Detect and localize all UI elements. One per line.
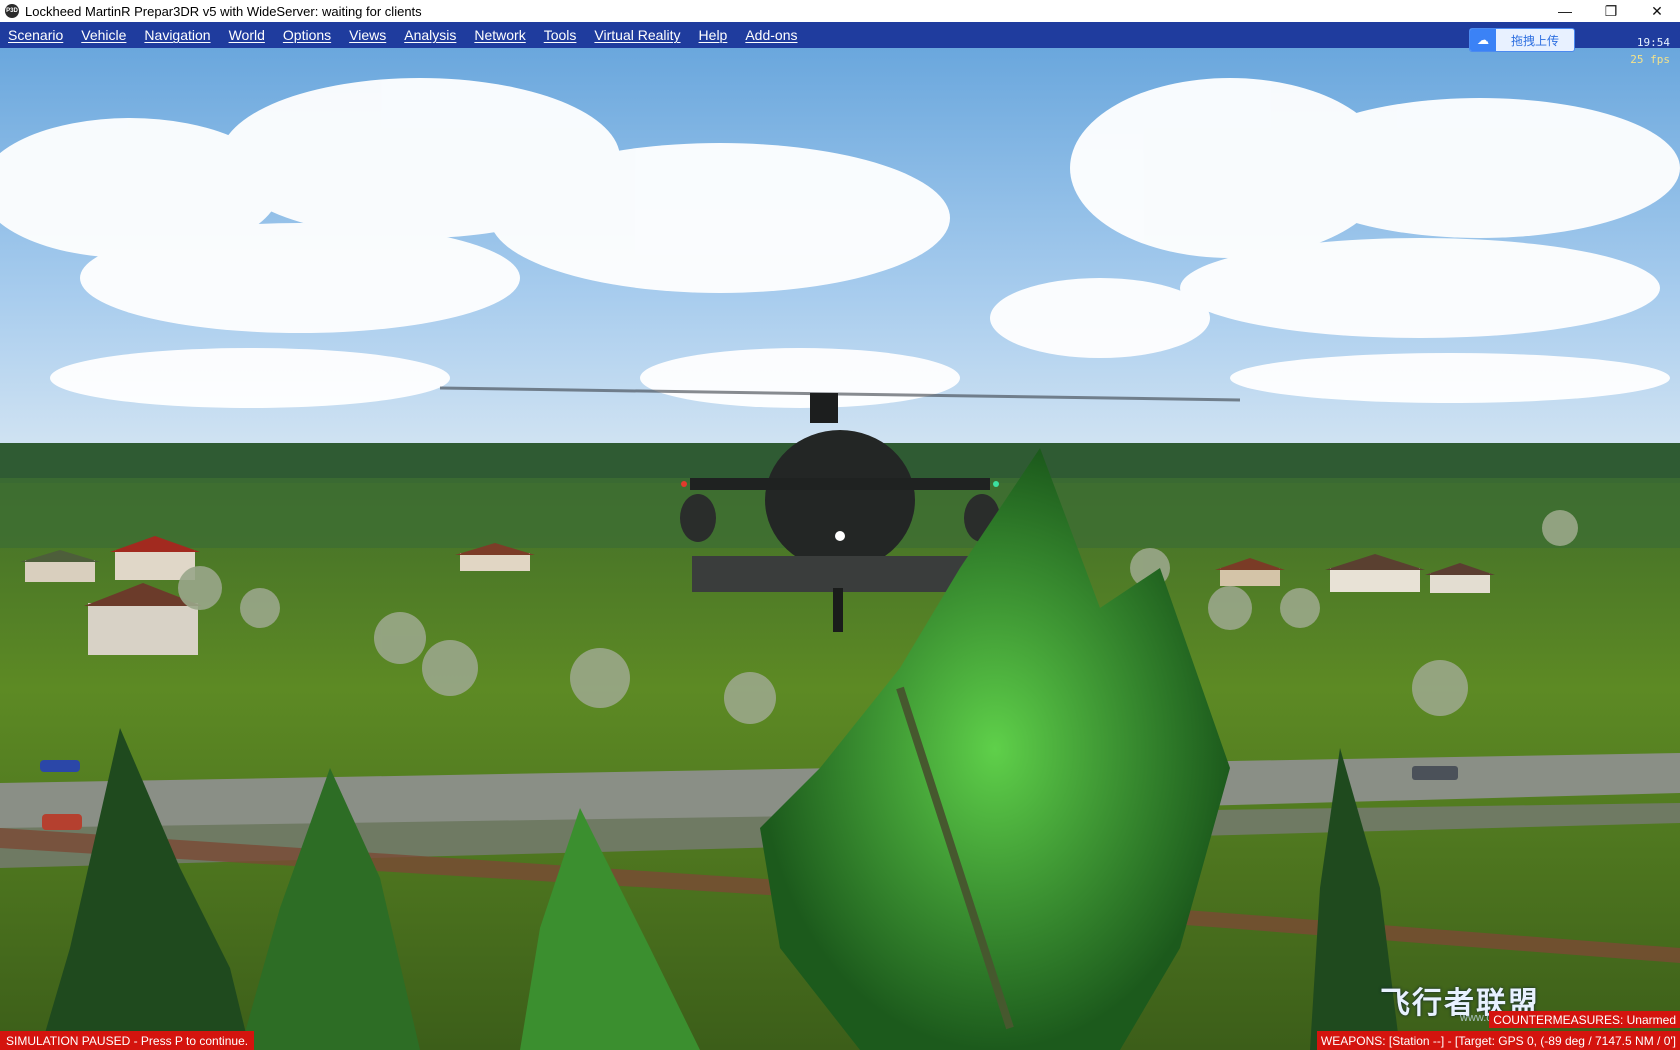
menu-tools[interactable]: Tools [536, 22, 587, 48]
menu-virtual-reality[interactable]: Virtual Reality [586, 22, 690, 48]
countermeasures-status: COUNTERMEASURES: Unarmed [1489, 1011, 1680, 1028]
window-controls: — ❐ ✕ [1542, 0, 1680, 22]
menu-world[interactable]: World [221, 22, 275, 48]
menu-vehicle[interactable]: Vehicle [73, 22, 136, 48]
menu-options[interactable]: Options [275, 22, 341, 48]
window-titlebar: P3D Lockheed MartinR Prepar3DR v5 with W… [0, 0, 1680, 23]
clock: 19:54 [1636, 36, 1670, 49]
menu-add-ons[interactable]: Add-ons [737, 22, 807, 48]
weapons-status: WEAPONS: [Station --] - [Target: GPS 0, … [1316, 1031, 1680, 1050]
menu-scenario[interactable]: Scenario [0, 22, 73, 48]
fps-counter: 25 fps [1630, 53, 1670, 66]
simulation-paused-status: SIMULATION PAUSED - Press P to continue. [0, 1031, 255, 1050]
close-button[interactable]: ✕ [1634, 0, 1680, 22]
menu-analysis[interactable]: Analysis [396, 22, 466, 48]
window-title: Lockheed MartinR Prepar3DR v5 with WideS… [25, 3, 422, 19]
menu-views[interactable]: Views [341, 22, 396, 48]
simulator-viewport[interactable] [0, 48, 1680, 1050]
menu-network[interactable]: Network [466, 22, 535, 48]
upload-button[interactable]: ☁ 拖拽上传 [1469, 28, 1575, 52]
sky [0, 48, 1680, 468]
menu-help[interactable]: Help [691, 22, 738, 48]
cloud-icon: ☁ [1470, 29, 1496, 51]
minimize-button[interactable]: — [1542, 0, 1588, 22]
menu-navigation[interactable]: Navigation [136, 22, 220, 48]
upload-label: 拖拽上传 [1510, 33, 1559, 48]
restore-button[interactable]: ❐ [1588, 0, 1634, 22]
menubar: Scenario Vehicle Navigation World Option… [0, 22, 1680, 48]
app-icon: P3D [5, 4, 19, 18]
